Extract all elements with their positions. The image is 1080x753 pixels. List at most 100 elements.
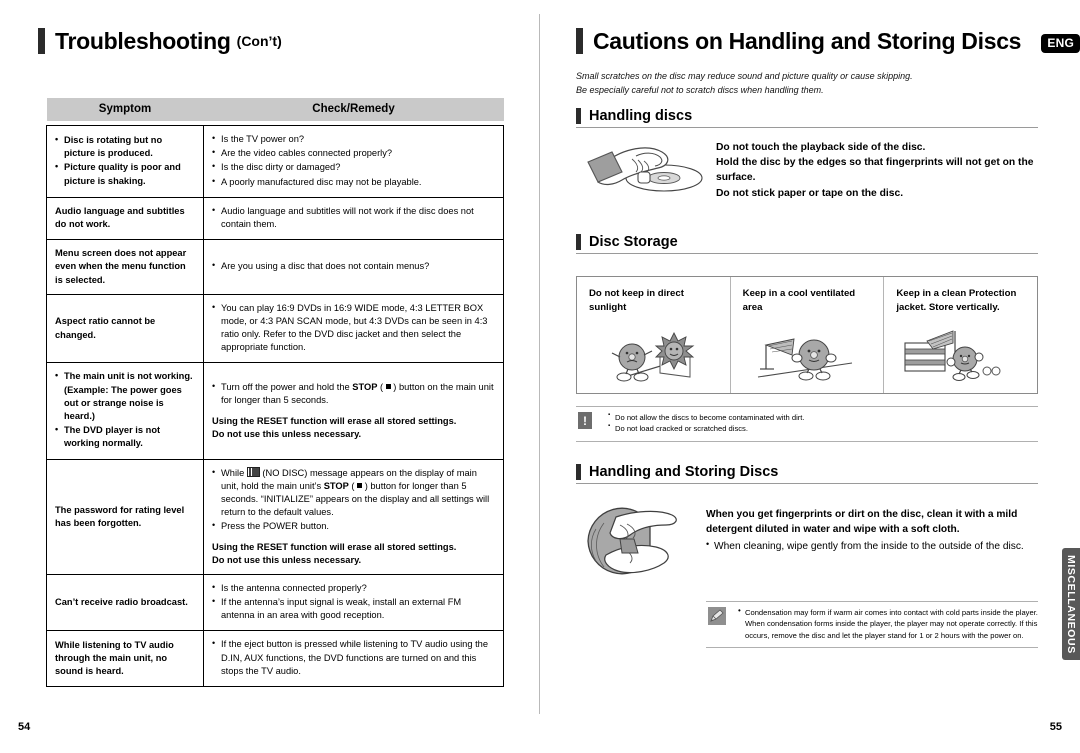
remedy-cell: Audio language and subtitles will not wo… xyxy=(203,196,504,241)
remedy-cell: While (NO DISC) message appears on the d… xyxy=(203,458,504,575)
table-header-row: Symptom Check/Remedy xyxy=(46,98,504,121)
remedy-cell: Turn off the power and hold the STOP ( )… xyxy=(203,362,504,460)
table-row: Menu screen does not appear even when th… xyxy=(46,239,504,295)
section-rule xyxy=(576,127,1038,128)
section-title: Handling discs xyxy=(589,108,693,124)
symptom-cell: Can’t receive radio broadcast. xyxy=(46,573,204,632)
storage-column: Keep in a cool ventilated area xyxy=(729,277,884,393)
storage-caption: Keep in a cool ventilated area xyxy=(742,288,856,313)
remedy-text-pre: While xyxy=(221,467,247,478)
table-row: Audio language and subtitles do not work… xyxy=(46,196,504,241)
symptom-item: The main unit is not working. (Example: … xyxy=(55,369,195,423)
hand-holding-disc-illustration xyxy=(587,147,703,192)
remedy-cell: If the eject button is pressed while lis… xyxy=(203,630,504,687)
language-badge: ENG xyxy=(1041,34,1080,53)
clean-bullet: When cleaning, wipe gently from the insi… xyxy=(706,538,1038,554)
remedy-item: Is the disc dirty or damaged? xyxy=(212,160,495,174)
symptom-cell: The password for rating level has been f… xyxy=(46,458,204,575)
disc-character-shelf-illustration xyxy=(904,330,1001,381)
handling-storing-text: When you get fingerprints or dirt on the… xyxy=(706,505,1038,554)
remedy-item: If the antenna’s input signal is weak, i… xyxy=(212,595,495,622)
column-header-symptom: Symptom xyxy=(46,98,204,121)
symptom-item: Disc is rotating but no picture is produ… xyxy=(55,133,195,160)
hands-cleaning-disc-icon xyxy=(576,505,706,594)
remedy-item: If the eject button is pressed while lis… xyxy=(212,637,495,678)
section-title: Handling and Storing Discs xyxy=(589,464,779,480)
remedy-item: A poorly manufactured disc may not be pl… xyxy=(212,175,495,189)
symptom-cell: Audio language and subtitles do not work… xyxy=(46,196,204,241)
remedy-item: Are the video cables connected properly? xyxy=(212,146,495,160)
handling-storing-section-header: Handling and Storing Discs xyxy=(576,464,1038,484)
right-page: Cautions on Handling and Storing Discs E… xyxy=(540,0,1080,753)
section-accent-bar xyxy=(576,108,581,124)
page-title-suffix: (Con’t) xyxy=(236,33,282,49)
table-row: Aspect ratio cannot be changed. You can … xyxy=(46,293,504,364)
caution-item: Do not allow the discs to become contami… xyxy=(608,411,805,423)
disc-storage-box: Do not keep in direct sunlight Keep in a… xyxy=(576,276,1038,394)
remedy-cell: Are you using a disc that does not conta… xyxy=(203,239,504,295)
note-item: Condensation may form if warm air comes … xyxy=(738,605,1038,641)
table-row: Can’t receive radio broadcast. Is the an… xyxy=(46,573,504,632)
intro-line: Small scratches on the disc may reduce s… xyxy=(576,71,913,81)
page-title: Cautions on Handling and Storing Discs xyxy=(576,28,1021,54)
remedy-cell: Is the TV power on? Are the video cables… xyxy=(203,125,504,198)
title-accent-bar xyxy=(576,28,583,54)
table-row: The main unit is not working. (Example: … xyxy=(46,362,504,460)
no-disc-icon xyxy=(246,466,260,477)
stop-label: STOP xyxy=(323,480,349,491)
caution-item: Do not load cracked or scratched discs. xyxy=(608,422,805,434)
handling-line: Do not touch the playback side of the di… xyxy=(716,142,926,153)
handling-line: Do not stick paper or tape on the disc. xyxy=(716,187,904,199)
section-accent-bar xyxy=(576,464,581,480)
hand-holding-disc-icon xyxy=(576,136,716,213)
remedy-item: Audio language and subtitles will not wo… xyxy=(212,204,495,231)
page-number-left: 54 xyxy=(18,721,31,733)
reset-warning-line1: Using the RESET function will erase all … xyxy=(212,415,457,426)
symptom-cell: Menu screen does not appear even when th… xyxy=(46,239,204,295)
section-accent-bar xyxy=(576,234,581,250)
handling-discs-content: Do not touch the playback side of the di… xyxy=(576,136,1038,213)
remedy-item: While (NO DISC) message appears on the d… xyxy=(212,466,495,520)
clean-instruction-bold: When you get fingerprints or dirt on the… xyxy=(706,509,1018,536)
reset-warning-line2: Do not use this unless necessary. xyxy=(212,554,362,565)
section-side-tab-label: MISCELLANEOUS xyxy=(1065,554,1077,654)
disc-storage-section-header: Disc Storage xyxy=(576,234,1038,254)
remedy-item: Are you using a disc that does not conta… xyxy=(212,259,495,273)
storage-caption: Keep in a clean Protection jacket. Store… xyxy=(896,288,1017,313)
remedy-item: Press the POWER button. xyxy=(212,519,495,533)
remedy-item: Is the TV power on? xyxy=(212,132,495,146)
condensation-note-text: Condensation may form if warm air comes … xyxy=(738,605,1038,641)
storage-caption: Do not keep in direct sunlight xyxy=(589,288,684,313)
hands-cleaning-disc-illustration xyxy=(587,507,677,575)
exclamation-icon: ! xyxy=(578,412,592,429)
symptom-cell: The main unit is not working. (Example: … xyxy=(46,362,204,460)
disc-character-fan-icon xyxy=(731,325,884,387)
left-page: Troubleshooting (Con’t) Symptom Check/Re… xyxy=(0,0,540,753)
handling-storing-content: When you get fingerprints or dirt on the… xyxy=(576,505,1038,594)
pencil-note-icon xyxy=(708,607,726,625)
stop-label: STOP xyxy=(352,382,378,393)
handling-line: Hold the disc by the edges so that finge… xyxy=(716,157,1034,184)
disc-storage-caution-strip: ! Do not allow the discs to become conta… xyxy=(576,406,1038,442)
remedy-item: Is the antenna connected properly? xyxy=(212,581,495,595)
page-number-right: 55 xyxy=(1049,721,1062,733)
table-row: While listening to TV audio through the … xyxy=(46,630,504,687)
remedy-cell: You can play 16:9 DVDs in 16:9 WIDE mode… xyxy=(203,293,504,364)
table-row: Disc is rotating but no picture is produ… xyxy=(46,125,504,198)
page-title: Troubleshooting (Con’t) xyxy=(38,28,282,54)
title-accent-bar xyxy=(38,28,45,54)
troubleshooting-table: Symptom Check/Remedy Disc is rotating bu… xyxy=(46,98,504,687)
symptom-item: Picture quality is poor and picture is s… xyxy=(55,160,195,187)
remedy-item: Turn off the power and hold the STOP ( )… xyxy=(212,380,495,407)
remedy-text-pre: Turn off the power and hold the xyxy=(221,382,353,393)
condensation-note-strip: Condensation may form if warm air comes … xyxy=(706,601,1038,649)
symptom-cell: Aspect ratio cannot be changed. xyxy=(46,293,204,364)
symptom-cell: While listening to TV audio through the … xyxy=(46,630,204,687)
column-header-remedy: Check/Remedy xyxy=(203,98,504,121)
disc-character-fan-illustration xyxy=(757,338,853,381)
remedy-item: You can play 16:9 DVDs in 16:9 WIDE mode… xyxy=(212,301,495,355)
note-icon-wrap xyxy=(706,607,738,630)
table-row: The password for rating level has been f… xyxy=(46,458,504,575)
section-rule xyxy=(576,253,1038,254)
page-title-text: Cautions on Handling and Storing Discs xyxy=(593,27,1022,54)
